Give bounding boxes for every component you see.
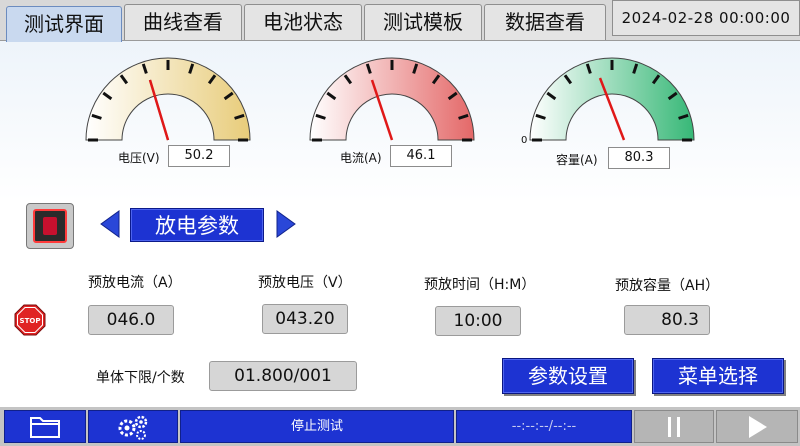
elapsed-time-display: --:--:--/--:-- [456,410,632,443]
preset-current-value[interactable]: 046.0 [88,305,174,335]
play-button[interactable] [716,410,798,443]
stop-sign-icon[interactable]: STOP [14,304,46,336]
test-status-display: 停止测试 [180,410,454,443]
preset-voltage-value[interactable]: 043.20 [262,304,348,334]
tab-battery-status[interactable]: 电池状态 [244,4,362,40]
arrow-left-icon[interactable] [100,210,120,238]
bottom-bar: 停止测试 --:--:--/--:-- [0,407,800,446]
preset-capacity-label: 预放容量（AH） [615,278,720,294]
folder-button[interactable] [4,410,86,443]
voltage-gauge [78,52,258,148]
cell-limit-label: 单体下限/个数 [96,370,185,386]
voltage-value: 50.2 [168,145,230,167]
battery-mode-icon [33,209,67,243]
preset-capacity-value[interactable]: 80.3 [624,305,710,335]
current-value: 46.1 [390,145,452,167]
capacity-gauge [522,52,702,148]
capacity-zero-label: 0 [521,135,528,146]
voltage-gauge-dial [85,57,251,142]
preset-voltage-label: 预放电压（V） [258,275,352,291]
tab-bar: 测试界面 曲线查看 电池状态 测试模板 数据查看 2024-02-28 00:0… [0,0,800,42]
settings-button[interactable] [88,410,178,443]
param-settings-button[interactable]: 参数设置 [502,358,634,394]
cell-limit-value[interactable]: 01.800/001 [209,361,357,391]
voltage-label: 电压(V) [118,151,160,165]
current-gauge [302,52,482,148]
settings-gears-icon [118,415,148,440]
current-label: 电流(A) [340,151,382,165]
svg-text:STOP: STOP [20,317,41,325]
preset-time-label: 预放时间（H:M） [424,277,536,293]
arrow-right-icon[interactable] [276,210,296,238]
current-gauge-dial [309,57,475,142]
datetime-display: 2024-02-28 00:00:00 [612,0,800,36]
preset-current-label: 预放电流（A） [88,275,182,291]
capacity-value: 80.3 [608,147,670,169]
pause-icon [668,417,680,437]
folder-icon [30,417,60,438]
tab-test-template[interactable]: 测试模板 [364,4,482,40]
menu-select-button[interactable]: 菜单选择 [652,358,784,394]
preset-time-value[interactable]: 10:00 [435,306,521,336]
tab-test[interactable]: 测试界面 [6,6,122,42]
pause-button[interactable] [634,410,714,443]
mode-title: 放电参数 [130,208,264,242]
capacity-gauge-dial [529,57,695,142]
mode-icon-button[interactable] [26,203,74,249]
capacity-label: 容量(A) [556,153,598,167]
tab-data-view[interactable]: 数据查看 [484,4,606,40]
play-icon [749,416,767,438]
tab-curve[interactable]: 曲线查看 [124,4,242,40]
